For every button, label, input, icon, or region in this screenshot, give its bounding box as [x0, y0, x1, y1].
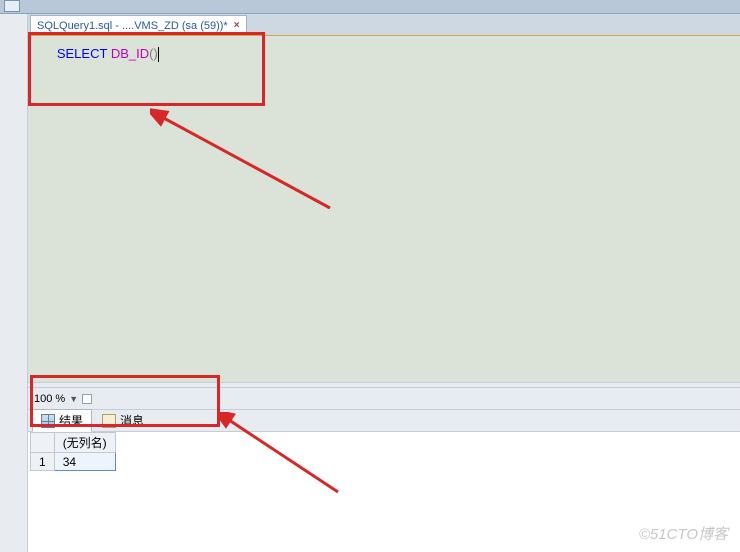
close-icon[interactable]: ×: [234, 16, 240, 36]
sql-editor[interactable]: SELECT DB_ID(): [28, 36, 740, 382]
titlebar-button[interactable]: [4, 0, 20, 12]
document-tab[interactable]: SQLQuery1.sql - ....VMS_ZD (sa (59))* ×: [30, 15, 247, 35]
function-name: DB_ID: [111, 46, 149, 61]
result-tabstrip: 结果 消息: [28, 410, 740, 432]
text-cursor: [158, 47, 159, 62]
zoom-bar: 100 % ▼: [28, 388, 740, 410]
results-grid[interactable]: (无列名) 1 34: [30, 432, 116, 471]
watermark: ©51CTO博客: [639, 523, 728, 544]
grid-cell[interactable]: 34: [54, 453, 115, 471]
window-titlebar: [0, 0, 740, 14]
document-tabstrip: SQLQuery1.sql - ....VMS_ZD (sa (59))* ×: [28, 14, 740, 36]
tab-messages-label: 消息: [120, 412, 144, 429]
message-icon: [102, 414, 116, 428]
keyword-select: SELECT: [57, 46, 107, 61]
zoom-level[interactable]: 100 %: [34, 393, 65, 405]
tab-messages[interactable]: 消息: [94, 410, 152, 431]
left-sidebar: [0, 14, 28, 552]
code-line: SELECT DB_ID(): [46, 46, 732, 62]
chevron-down-icon[interactable]: ▼: [69, 394, 78, 404]
grid-header-row: (无列名): [31, 433, 116, 453]
table-row[interactable]: 1 34: [31, 453, 116, 471]
column-header[interactable]: (无列名): [54, 433, 115, 453]
tab-results-label: 结果: [59, 412, 83, 429]
parentheses: (): [149, 46, 158, 61]
results-grid-panel: (无列名) 1 34: [28, 432, 740, 552]
document-tab-title: SQLQuery1.sql - ....VMS_ZD (sa (59))*: [37, 16, 228, 36]
corner-cell: [31, 433, 55, 453]
row-number[interactable]: 1: [31, 453, 55, 471]
grid-icon: [41, 414, 55, 428]
toolbar-icon[interactable]: [82, 394, 92, 404]
tab-results[interactable]: 结果: [32, 409, 92, 432]
